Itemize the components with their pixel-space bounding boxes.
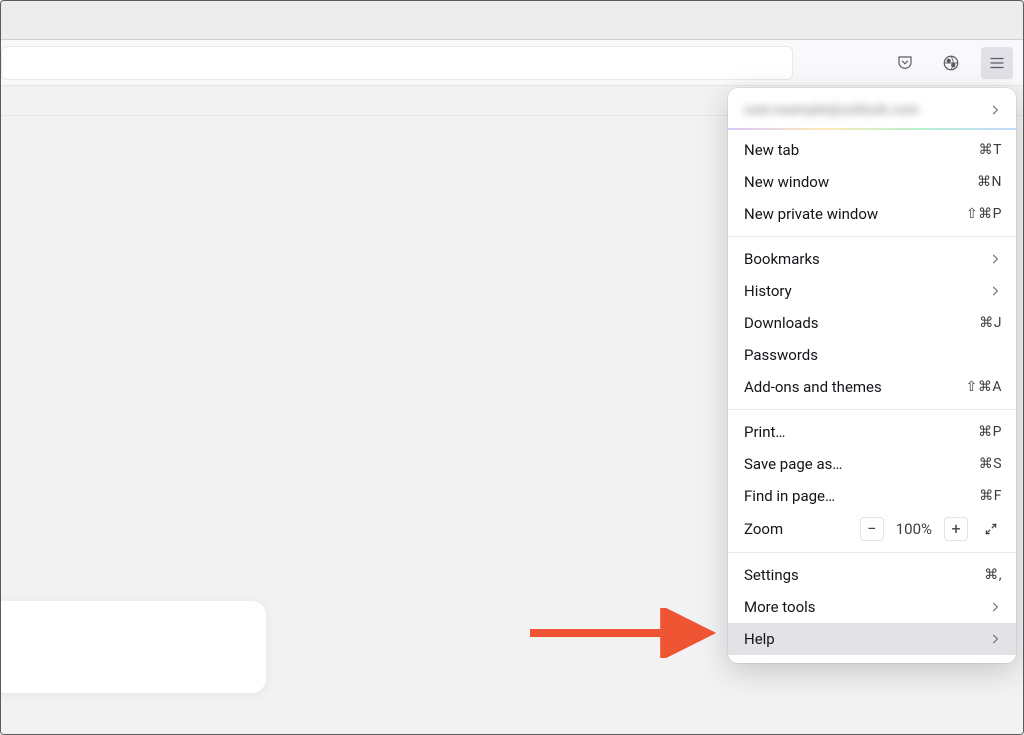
chevron-right-icon	[988, 103, 1002, 117]
window-titlebar	[1, 1, 1023, 40]
url-bar[interactable]	[1, 46, 793, 80]
menu-new-private-window[interactable]: New private window ⇧⌘P	[728, 198, 1016, 230]
menu-save-as[interactable]: Save page as… ⌘S	[728, 448, 1016, 480]
menu-item-accel: ⌘,	[984, 567, 1002, 583]
menu-new-window[interactable]: New window ⌘N	[728, 166, 1016, 198]
menu-addons[interactable]: Add-ons and themes ⇧⌘A	[728, 371, 1016, 403]
menu-item-accel: ⌘J	[979, 315, 1002, 331]
account-divider	[728, 128, 1016, 130]
menu-item-label: More tools	[744, 598, 816, 616]
menu-item-accel: ⌘T	[979, 142, 1002, 158]
menu-print[interactable]: Print… ⌘P	[728, 416, 1016, 448]
menu-item-label: Find in page…	[744, 487, 835, 505]
menu-passwords[interactable]: Passwords	[728, 339, 1016, 371]
account-email: user.example@outlook.com	[744, 102, 919, 118]
menu-item-label: Save page as…	[744, 455, 842, 473]
extension-icon[interactable]	[935, 47, 967, 79]
menu-zoom: Zoom − 100% +	[728, 512, 1016, 546]
menu-divider	[728, 236, 1016, 237]
menu-item-accel: ⌘N	[977, 174, 1002, 190]
menu-settings[interactable]: Settings ⌘,	[728, 559, 1016, 591]
menu-new-tab[interactable]: New tab ⌘T	[728, 134, 1016, 166]
pocket-icon[interactable]	[889, 47, 921, 79]
app-menu-dropdown: user.example@outlook.com New tab ⌘T New …	[728, 88, 1016, 663]
menu-item-label: New tab	[744, 141, 799, 159]
fullscreen-icon[interactable]	[980, 518, 1002, 540]
menu-item-accel: ⇧⌘A	[966, 379, 1002, 395]
menu-item-label: Add-ons and themes	[744, 378, 882, 396]
menu-item-accel: ⌘P	[978, 424, 1002, 440]
menu-more-tools[interactable]: More tools	[728, 591, 1016, 623]
content-card	[0, 601, 266, 693]
menu-downloads[interactable]: Downloads ⌘J	[728, 307, 1016, 339]
menu-history[interactable]: History	[728, 275, 1016, 307]
menu-item-label: New window	[744, 173, 829, 191]
chevron-right-icon	[988, 632, 1002, 646]
menu-item-label: Print…	[744, 423, 785, 441]
menu-find[interactable]: Find in page… ⌘F	[728, 480, 1016, 512]
chevron-right-icon	[988, 284, 1002, 298]
zoom-value: 100%	[896, 520, 932, 538]
menu-item-label: Bookmarks	[744, 250, 820, 268]
toolbar-icons	[889, 40, 1013, 85]
zoom-in-button[interactable]: +	[944, 517, 968, 541]
menu-account-row[interactable]: user.example@outlook.com	[728, 94, 1016, 128]
browser-toolbar	[1, 40, 1023, 86]
menu-bookmarks[interactable]: Bookmarks	[728, 243, 1016, 275]
menu-item-label: New private window	[744, 205, 878, 223]
menu-item-label: Help	[744, 630, 775, 648]
app-menu-button[interactable]	[981, 47, 1013, 79]
chevron-right-icon	[988, 600, 1002, 614]
menu-item-label: Settings	[744, 566, 799, 584]
menu-item-label: Passwords	[744, 346, 818, 364]
chevron-right-icon	[988, 252, 1002, 266]
zoom-out-button[interactable]: −	[860, 517, 884, 541]
menu-item-label: History	[744, 282, 792, 300]
menu-help[interactable]: Help	[728, 623, 1016, 655]
menu-item-accel: ⌘F	[979, 488, 1002, 504]
menu-divider	[728, 552, 1016, 553]
menu-item-label: Downloads	[744, 314, 819, 332]
menu-divider	[728, 409, 1016, 410]
menu-item-accel: ⇧⌘P	[966, 206, 1002, 222]
zoom-label: Zoom	[744, 520, 783, 538]
menu-item-accel: ⌘S	[979, 456, 1002, 472]
